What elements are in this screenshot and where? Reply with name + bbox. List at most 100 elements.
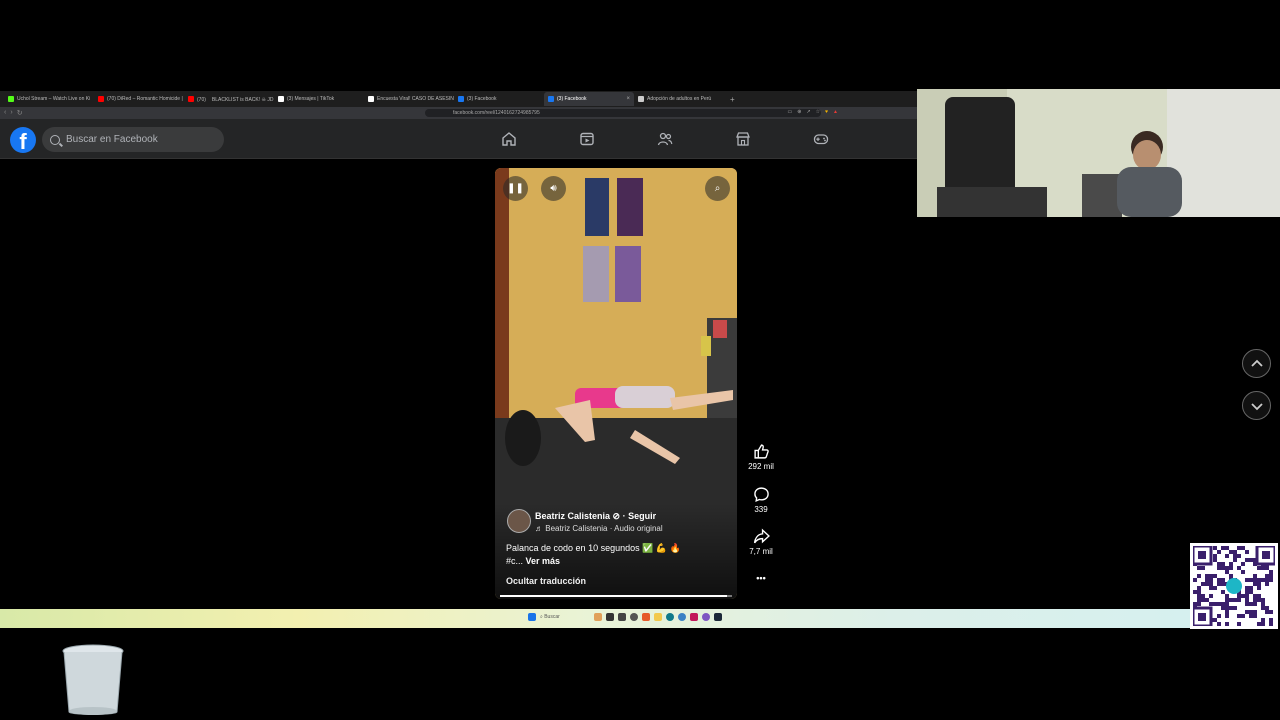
folder-icon[interactable] <box>654 613 662 621</box>
url-field[interactable]: facebook.com/reel/1240162724985795 <box>425 109 821 117</box>
caption-text: Palanca de codo en 10 segundos ✅ 💪 🔥 <box>506 543 681 553</box>
audio-label: Beatriz Calistenia · Audio original <box>545 524 663 533</box>
start-icon[interactable] <box>528 613 536 621</box>
taskbar-search[interactable]: ⌕ Buscar <box>540 614 590 620</box>
extensions-area: ▭ ⊕ ↗ ☆ ♥ ▲ <box>787 109 838 115</box>
volume-button[interactable]: 🔊︎ <box>541 176 566 201</box>
tab-favicon-icon <box>548 96 554 102</box>
share-icon <box>753 528 770 544</box>
like-button[interactable]: 292 mil <box>743 443 779 471</box>
pause-button[interactable]: ❚❚ <box>503 176 528 201</box>
author-name[interactable]: Beatriz Calistenia <box>535 511 610 521</box>
reel-audio[interactable]: ♬ Beatriz Calistenia · Audio original <box>535 524 663 533</box>
taskbar: ⌕ Buscar <box>0 609 1190 628</box>
music-icon: ♬ <box>535 524 546 533</box>
taskbar-icons: ⌕ Buscar <box>528 613 722 621</box>
tab-favicon-icon <box>368 96 374 102</box>
browser-tab[interactable]: Uchol Stream – Watch Live on Ki <box>4 92 94 106</box>
gaming-icon[interactable] <box>782 125 860 153</box>
next-reel-button[interactable] <box>1242 391 1271 420</box>
facebook-nav <box>470 125 860 153</box>
hide-translation-link[interactable]: Ocultar traducción <box>506 576 586 586</box>
share-count: 7,7 mil <box>749 547 773 556</box>
comment-count: 339 <box>754 505 768 514</box>
reload-icon[interactable]: ↻ <box>17 109 23 117</box>
follow-button[interactable]: · Seguir <box>623 511 657 521</box>
avatar[interactable] <box>507 509 531 533</box>
qr-code-image <box>1191 544 1277 628</box>
video-progress-bar[interactable] <box>500 595 732 597</box>
webcam-overlay <box>917 89 1280 217</box>
browser-tab[interactable]: (3) Mensajes | TikTok <box>274 92 364 106</box>
browser-tab[interactable]: (70) ㅤBLACKLIST is BACK! ☠ JD <box>184 92 274 106</box>
browser-tab[interactable]: (3) Facebook <box>454 92 544 106</box>
widgets-icon[interactable] <box>594 613 602 621</box>
search-button[interactable]: ⌕ <box>705 176 730 201</box>
back-icon[interactable]: ‹ <box>4 109 6 117</box>
more-options-button[interactable]: ••• <box>743 573 779 583</box>
tab-title: Encuesta Viral! CASO DE ASESINAT <box>377 96 454 102</box>
previous-reel-button[interactable] <box>1242 349 1271 378</box>
friends-icon[interactable] <box>626 125 704 153</box>
tab-favicon-icon <box>188 96 194 102</box>
marketplace-icon[interactable] <box>704 125 782 153</box>
qr-code <box>1190 543 1278 629</box>
browser-tab[interactable]: (3) Facebook × <box>544 92 634 106</box>
see-more-link[interactable]: Ver más <box>526 556 561 566</box>
tiktok-icon[interactable] <box>690 613 698 621</box>
share-button[interactable]: 7,7 mil <box>743 528 779 556</box>
search-placeholder: Buscar en Facebook <box>66 134 158 145</box>
caption-hashtag[interactable]: #c... <box>506 556 523 566</box>
tab-favicon-icon <box>278 96 284 102</box>
zoom-icon[interactable]: ⊕ <box>797 109 801 115</box>
tab-title: Uchol Stream – Watch Live on Ki <box>17 96 91 102</box>
reel-caption: Palanca de codo en 10 segundos ✅ 💪 🔥 #c.… <box>506 542 726 568</box>
discord-icon[interactable] <box>702 613 710 621</box>
new-tab-icon[interactable]: + <box>730 95 735 104</box>
edge-icon[interactable] <box>666 613 674 621</box>
install-icon[interactable]: ▭ <box>787 109 792 115</box>
tab-title: (70) ㅤBLACKLIST is BACK! ☠ JD <box>197 96 274 103</box>
share-icon[interactable]: ↗ <box>806 109 810 115</box>
volume-icon: 🔊︎ <box>550 183 557 194</box>
browser-window: Uchol Stream – Watch Live on Ki (70) DiRe… <box>0 91 918 609</box>
tab-title: (3) Mensajes | TikTok <box>287 96 335 102</box>
taskbar-search-label: Buscar <box>544 614 560 620</box>
chevron-up-icon <box>1250 359 1263 367</box>
tab-favicon-icon <box>638 96 644 102</box>
chevron-down-icon <box>1250 402 1263 410</box>
facebook-header: f Buscar en Facebook <box>0 119 918 159</box>
pause-icon: ❚❚ <box>507 183 524 194</box>
browser-nav-buttons[interactable]: ‹ › ↻ <box>4 109 34 117</box>
alert-icon[interactable]: ▲ <box>833 109 838 115</box>
extension-icon[interactable]: ♥ <box>825 109 828 115</box>
tab-favicon-icon <box>98 96 104 102</box>
close-tab-icon[interactable]: × <box>626 96 630 102</box>
recycle-bin-icon[interactable] <box>62 644 124 716</box>
verified-icon: ⊘ <box>612 511 623 521</box>
video-progress-fill <box>500 595 728 597</box>
bookmark-icon[interactable]: ☆ <box>816 109 820 115</box>
comment-button[interactable]: 339 <box>743 486 779 514</box>
facebook-logo[interactable]: f <box>10 127 36 153</box>
task-view-icon[interactable] <box>606 613 614 621</box>
reel-author[interactable]: Beatriz Calistenia ⊘ · Seguir <box>535 511 656 522</box>
facebook-search[interactable]: Buscar en Facebook <box>42 127 224 152</box>
home-icon[interactable] <box>470 125 548 153</box>
app-icon[interactable] <box>630 613 638 621</box>
brave-icon[interactable] <box>642 613 650 621</box>
browser-tab[interactable]: Encuesta Viral! CASO DE ASESINAT <box>364 92 454 106</box>
browser-tab[interactable]: (70) DiRed – Romantic Homicide | Su <box>94 92 184 106</box>
webcam-frame <box>917 89 1280 217</box>
steam-icon[interactable] <box>714 613 722 621</box>
forward-icon[interactable]: › <box>10 109 12 117</box>
video-icon[interactable] <box>548 125 626 153</box>
reel-video[interactable]: ❚❚ 🔊︎ ⌕ Beatriz Calistenia ⊘ · Seguir ♬ … <box>495 168 737 599</box>
search-icon <box>50 134 60 145</box>
chrome-icon[interactable] <box>678 613 686 621</box>
tab-title: Adopción de adultos en Perú <box>647 96 712 102</box>
tab-strip: Uchol Stream – Watch Live on Ki (70) DiRe… <box>0 91 918 107</box>
file-explorer-icon[interactable] <box>618 613 626 621</box>
browser-tab[interactable]: Adopción de adultos en Perú <box>634 92 724 106</box>
address-bar: ‹ › ↻ ⊟ facebook.com/reel/12401627249857… <box>0 107 918 119</box>
